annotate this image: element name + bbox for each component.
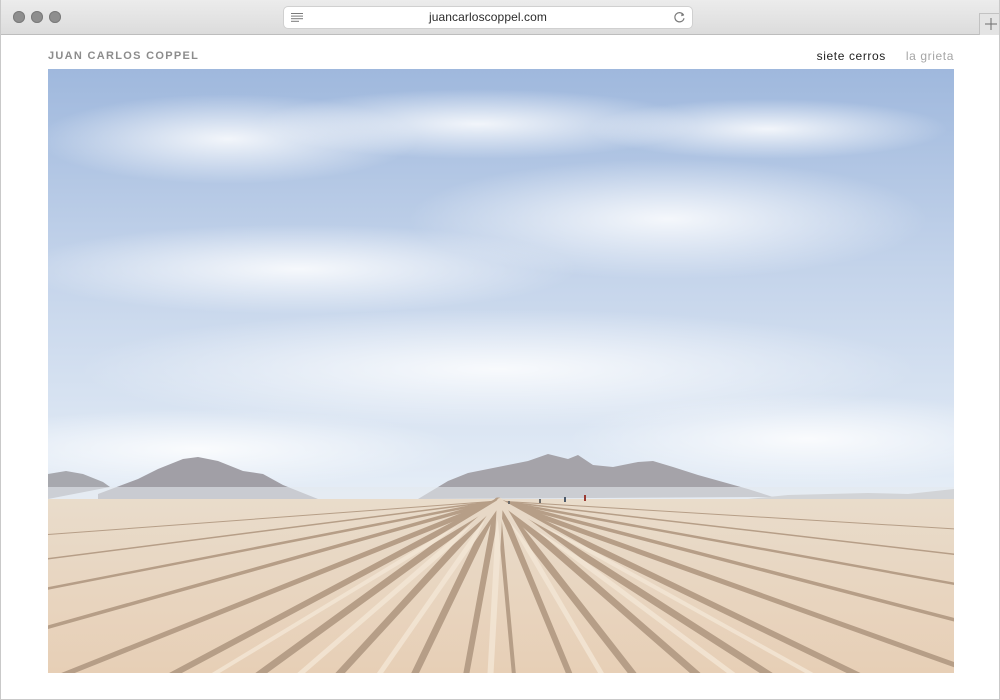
new-tab-button[interactable] bbox=[979, 13, 999, 35]
site-nav: siete cerros la grieta bbox=[797, 49, 954, 63]
close-window-button[interactable] bbox=[13, 11, 25, 23]
landscape-photo bbox=[48, 69, 954, 673]
hero-photo bbox=[48, 69, 954, 673]
address-bar[interactable]: juancarloscoppel.com bbox=[284, 7, 692, 28]
maximize-window-button[interactable] bbox=[49, 11, 61, 23]
plus-icon bbox=[985, 18, 997, 30]
browser-toolbar: juancarloscoppel.com bbox=[1, 0, 999, 35]
site-title[interactable]: JUAN CARLOS COPPEL bbox=[48, 50, 199, 62]
reload-icon[interactable] bbox=[673, 11, 686, 24]
nav-link-siete-cerros[interactable]: siete cerros bbox=[817, 49, 886, 63]
url-text[interactable]: juancarloscoppel.com bbox=[284, 10, 692, 24]
nav-link-la-grieta[interactable]: la grieta bbox=[906, 49, 954, 63]
site-header: JUAN CARLOS COPPEL siete cerros la grieta bbox=[48, 49, 954, 65]
browser-window: juancarloscoppel.com JUAN CARLOS COPPEL … bbox=[0, 0, 1000, 700]
minimize-window-button[interactable] bbox=[31, 11, 43, 23]
